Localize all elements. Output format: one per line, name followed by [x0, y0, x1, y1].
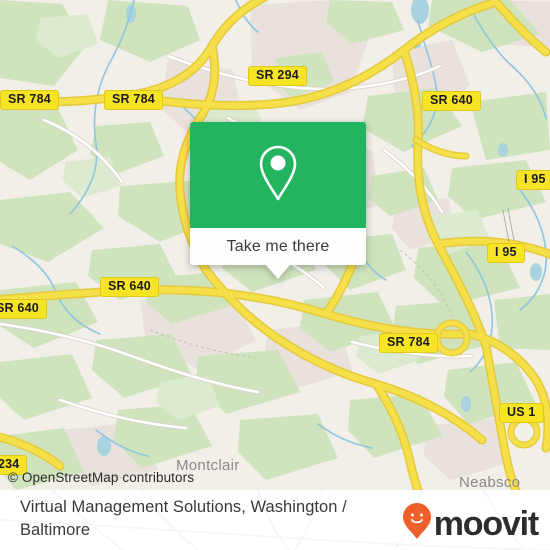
road-shield: SR 640 [100, 277, 159, 298]
road-shield: SR 784 [0, 90, 59, 111]
moovit-wordmark: moovit [433, 504, 539, 543]
moovit-location-card: SR 784 SR 784 SR 294 SR 640 I 95 I 95 SR… [0, 0, 550, 550]
road-shield: I 95 [487, 243, 525, 264]
popup-header [190, 122, 366, 228]
footer-bar: Virtual Management Solutions, Washington… [0, 490, 550, 550]
place-label-neabsco: Neabsco [459, 474, 521, 490]
road-shield: SR 640 [0, 299, 47, 320]
map-pin-icon [252, 142, 304, 209]
road-shield: SR 784 [379, 333, 438, 354]
road-shield: SR 784 [104, 90, 163, 111]
location-title: Virtual Management Solutions, Washington… [20, 498, 347, 539]
map-canvas[interactable]: SR 784 SR 784 SR 294 SR 640 I 95 I 95 SR… [0, 0, 550, 490]
osm-attribution[interactable]: © OpenStreetMap contributors [8, 470, 194, 485]
take-me-there-label: Take me there [226, 237, 330, 255]
take-me-there-button[interactable]: Take me there [190, 228, 366, 265]
popup-pointer [266, 265, 290, 279]
road-shield: SR 294 [248, 66, 307, 87]
road-shield: US 1 [499, 403, 544, 424]
moovit-logo[interactable]: moovit [402, 502, 539, 545]
road-shield: SR 640 [422, 91, 481, 112]
location-popup-card[interactable]: Take me there [190, 122, 366, 279]
moovit-smiley-pin-icon [402, 502, 432, 545]
road-shield: I 95 [516, 170, 550, 191]
